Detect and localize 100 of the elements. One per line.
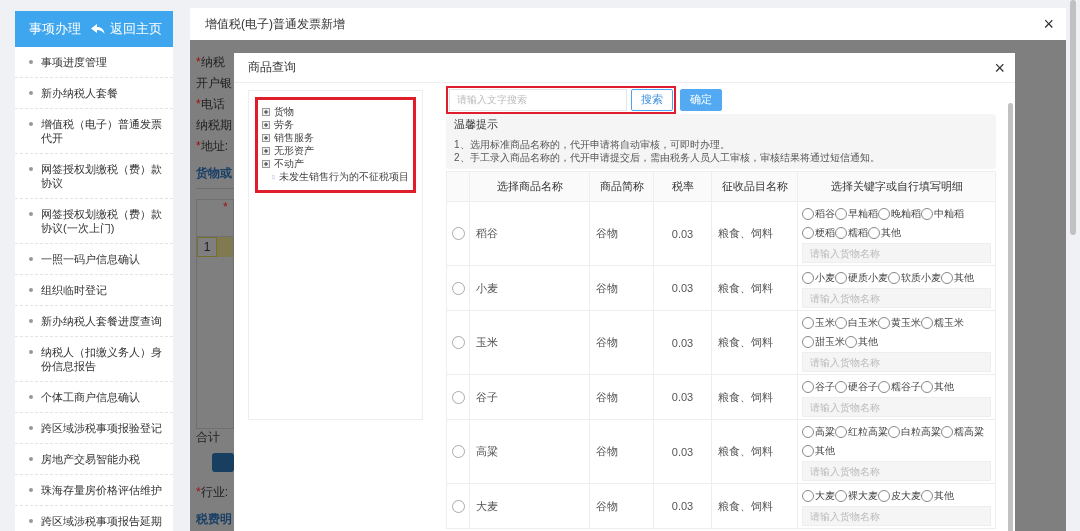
radio-option[interactable]: 黄玉米 <box>878 313 921 332</box>
sidebar-item[interactable]: 增值税（电子）普通发票代开 <box>15 109 173 154</box>
radio-option[interactable]: 糯稻 <box>835 223 868 242</box>
expand-icon[interactable] <box>262 133 270 142</box>
radio-option[interactable]: 稻谷 <box>802 204 835 223</box>
table-cell: 谷物 <box>589 310 654 375</box>
table-cell: 高粱 <box>469 419 590 484</box>
radio-option[interactable]: 中籼稻 <box>921 204 964 223</box>
radio-button[interactable] <box>451 336 465 350</box>
radio-option[interactable]: 晚籼稻 <box>878 204 921 223</box>
sidebar-item[interactable]: 纳税人（扣缴义务人）身份信息报告 <box>15 337 173 382</box>
radio-option[interactable]: 糯玉米 <box>921 313 964 332</box>
action-button[interactable] <box>212 453 234 472</box>
table-cell: 谷物 <box>589 201 654 266</box>
tree-item[interactable]: 劳务 <box>262 118 409 131</box>
search-field[interactable]: 请输入文字搜索 <box>449 88 627 111</box>
radio-option[interactable]: 糯高粱 <box>941 422 984 441</box>
panel-title: 增值税(电子)普通发票新增 <box>205 15 345 33</box>
sidebar-item[interactable]: 新办纳税人套餐进度查询 <box>15 306 173 337</box>
column-header: 征收品目名称 <box>711 171 798 202</box>
radio-option[interactable]: 皮大麦 <box>878 486 921 505</box>
radio-option[interactable]: 甜玉米 <box>802 332 845 351</box>
radio-option[interactable]: 粳稻 <box>802 223 835 242</box>
column-header: 选择关键字或自行填写明细 <box>797 171 996 202</box>
tree-item[interactable]: 销售服务 <box>262 131 409 144</box>
form-label: *行业: <box>196 484 229 501</box>
column-header: 商品简称 <box>589 171 654 202</box>
table-cell: 稻谷 <box>469 201 590 266</box>
radio-option[interactable]: 其他 <box>802 441 835 460</box>
radio-option[interactable]: 硬谷子 <box>835 377 878 396</box>
sidebar-item[interactable]: 一照一码户信息确认 <box>15 244 173 275</box>
tree-item[interactable]: 货物 <box>262 105 409 118</box>
sidebar-item[interactable]: 组织临时登记 <box>15 275 173 306</box>
expand-icon[interactable] <box>262 146 270 155</box>
radio-option[interactable]: 软质小麦 <box>888 268 941 287</box>
radio-option[interactable]: 糯谷子 <box>878 377 921 396</box>
sidebar-item[interactable]: 跨区域涉税事项报告延期 <box>15 506 173 531</box>
form-label: 开户银 <box>196 75 233 92</box>
radio-option[interactable]: 白玉米 <box>835 313 878 332</box>
radio-option[interactable]: 大麦 <box>802 486 835 505</box>
radio-option[interactable]: 裸大麦 <box>835 486 878 505</box>
radio-option[interactable]: 早籼稻 <box>835 204 878 223</box>
table-cell: 谷物 <box>589 265 654 311</box>
radio-option[interactable]: 小麦 <box>802 268 835 287</box>
tree-item[interactable]: 不动产 <box>262 157 409 170</box>
close-icon[interactable]: × <box>1043 15 1054 33</box>
sidebar-item[interactable]: 个体工商户信息确认 <box>15 382 173 413</box>
scrollbar[interactable] <box>1008 103 1013 531</box>
radio-option[interactable]: 红粒高粱 <box>835 422 888 441</box>
sidebar-item[interactable]: 网签授权划缴税（费）款协议(一次上门) <box>15 199 173 244</box>
radio-option[interactable]: 高粱 <box>802 422 835 441</box>
radio-button[interactable] <box>451 499 465 513</box>
expand-icon[interactable] <box>262 107 270 116</box>
tip-text: 2、手工录入商品名称的，代开申请提交后，需由税务人员人工审核，审核结果将通过短信通知。 <box>454 151 881 164</box>
sidebar-title: 事项办理 <box>29 20 81 38</box>
tree-item[interactable]: 未发生销售行为的不征税项目 <box>262 170 409 183</box>
expand-icon[interactable] <box>262 120 270 129</box>
table-cell: 谷物 <box>589 419 654 484</box>
form-label: *地址: <box>196 138 229 155</box>
back-arrow-icon <box>91 23 105 35</box>
radio-option[interactable]: 其他 <box>845 332 878 351</box>
table-cell: 0.03 <box>653 419 712 484</box>
table-cell: 谷物 <box>589 374 654 420</box>
form-label: *纳税 <box>196 54 226 71</box>
radio-option[interactable]: 玉米 <box>802 313 835 332</box>
sidebar-item[interactable]: 新办纳税人套餐 <box>15 78 173 109</box>
radio-option[interactable]: 其他 <box>868 223 901 242</box>
table-cell: 0.03 <box>653 483 712 529</box>
close-icon[interactable]: × <box>994 58 1005 77</box>
form-label: 纳税期 <box>196 117 233 134</box>
sidebar-item[interactable]: 房地产交易智能办税 <box>15 444 173 475</box>
column-header: 选择商品名称 <box>469 171 590 202</box>
form-label: *电话 <box>196 96 226 113</box>
table-cell: 粮食、饲料 <box>711 310 798 375</box>
column-header: 税率 <box>653 171 712 202</box>
total-label: 合计 <box>196 429 221 446</box>
sidebar-item[interactable]: 事项进度管理 <box>15 47 173 78</box>
scrollbar[interactable] <box>1070 0 1076 235</box>
table-cell: 大麦 <box>469 483 590 529</box>
radio-button[interactable] <box>451 227 465 241</box>
dialog-title: 商品查询 <box>248 59 296 76</box>
tip-text: 1、选用标准商品名称的，代开申请将自动审核，可即时办理。 <box>454 138 731 151</box>
radio-option[interactable]: 白粒高粱 <box>888 422 941 441</box>
radio-option[interactable]: 其他 <box>941 268 974 287</box>
sidebar-item[interactable]: 网签授权划缴税（费）款协议 <box>15 154 173 199</box>
sidebar-item[interactable]: 跨区域涉税事项报验登记 <box>15 413 173 444</box>
radio-option[interactable]: 谷子 <box>802 377 835 396</box>
tree-item[interactable]: 无形资产 <box>262 144 409 157</box>
radio-button[interactable] <box>451 281 465 295</box>
radio-button[interactable] <box>451 445 465 459</box>
table-cell: 粮食、饲料 <box>711 265 798 311</box>
radio-option[interactable]: 其他 <box>921 377 954 396</box>
sidebar-item[interactable]: 珠海存量房价格评估维护 <box>15 475 173 506</box>
radio-option[interactable]: 硬质小麦 <box>835 268 888 287</box>
expand-icon[interactable] <box>262 159 270 168</box>
table-cell: 谷子 <box>469 374 590 420</box>
search-button[interactable]: 搜索 <box>631 88 673 111</box>
radio-option[interactable]: 其他 <box>921 486 954 505</box>
table-cell: 0.03 <box>653 265 712 311</box>
radio-button[interactable] <box>451 390 465 404</box>
